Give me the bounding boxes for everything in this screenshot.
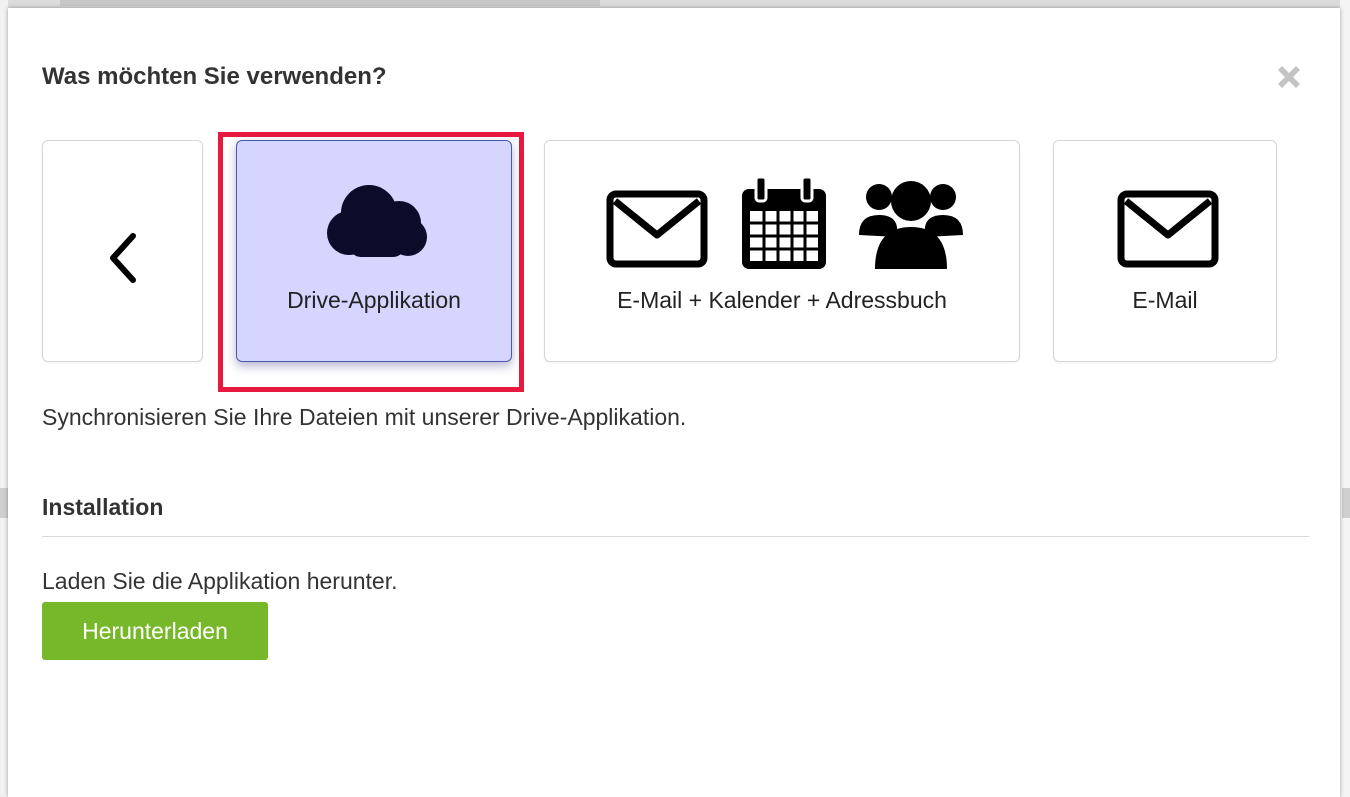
option-label: E-Mail + Kalender + Adressbuch: [617, 287, 947, 313]
previous-option-button[interactable]: [42, 140, 203, 362]
option-label: Drive-Applikation: [287, 287, 461, 313]
download-button[interactable]: Herunterladen: [42, 602, 268, 660]
option-email[interactable]: E-Mail: [1053, 140, 1277, 362]
close-icon[interactable]: [1272, 60, 1306, 94]
envelope-icon: [1117, 190, 1219, 268]
installation-step-text: Laden Sie die Applikation herunter.: [42, 568, 398, 594]
setup-modal: Was möchten Sie verwenden? Drive-Applika…: [8, 8, 1340, 797]
users-icon: [859, 181, 963, 269]
background-band-left: [0, 488, 8, 518]
chevron-left-icon[interactable]: [105, 232, 141, 284]
background-toolbar: [60, 0, 600, 6]
modal-title: Was möchten Sie verwenden?: [42, 63, 387, 90]
close-button[interactable]: [1272, 60, 1306, 94]
installation-heading: Installation: [42, 494, 164, 520]
option-description: Synchronisieren Sie Ihre Dateien mit uns…: [42, 404, 687, 430]
background-band-right: [1342, 488, 1350, 518]
background-page-left: [0, 0, 8, 797]
option-label: E-Mail: [1132, 287, 1198, 313]
envelope-icon: [606, 190, 708, 268]
section-divider: [42, 536, 1309, 537]
option-mail-calendar-addressbook[interactable]: E-Mail + Kalender + Adressbuch: [544, 140, 1020, 362]
background-page-right: [1340, 0, 1350, 797]
calendar-icon: [742, 175, 826, 269]
cloud-icon: [327, 185, 427, 257]
option-drive-application[interactable]: Drive-Applikation: [236, 140, 512, 362]
